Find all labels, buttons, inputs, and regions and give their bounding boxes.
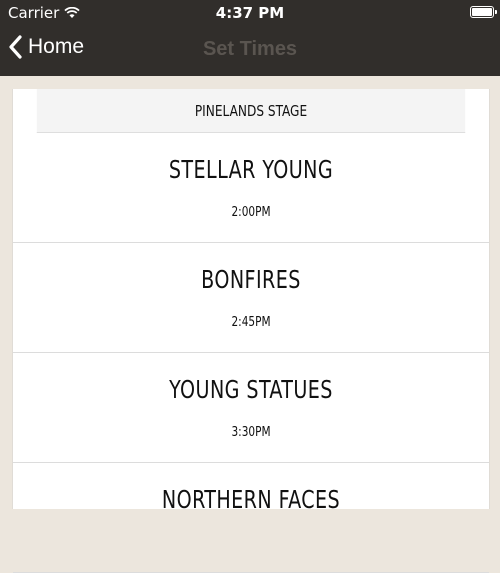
set-time: 2:45PM bbox=[231, 315, 271, 330]
set-time: 2:00PM bbox=[231, 205, 271, 220]
set-row[interactable]: NORTHERN FACES bbox=[13, 463, 489, 573]
status-bar: Carrier 4:37 PM bbox=[0, 0, 500, 26]
stage-header: PINELANDS STAGE bbox=[36, 89, 466, 133]
set-row[interactable]: BONFIRES 2:45PM bbox=[13, 243, 489, 353]
set-time: 3:30PM bbox=[231, 425, 271, 440]
band-name: STELLAR YOUNG bbox=[168, 155, 334, 184]
status-time: 4:37 PM bbox=[215, 4, 285, 22]
navigation-bar: Home Set Times bbox=[0, 26, 500, 76]
set-times-list[interactable]: PINELANDS STAGE STELLAR YOUNG 2:00PM BON… bbox=[12, 89, 490, 573]
band-name: BONFIRES bbox=[201, 265, 301, 294]
set-row[interactable]: YOUNG STATUES 3:30PM bbox=[13, 353, 489, 463]
band-name: YOUNG STATUES bbox=[169, 375, 333, 404]
set-row[interactable]: STELLAR YOUNG 2:00PM bbox=[13, 133, 489, 243]
battery-icon bbox=[470, 6, 497, 18]
page-title: Set Times bbox=[202, 38, 298, 60]
